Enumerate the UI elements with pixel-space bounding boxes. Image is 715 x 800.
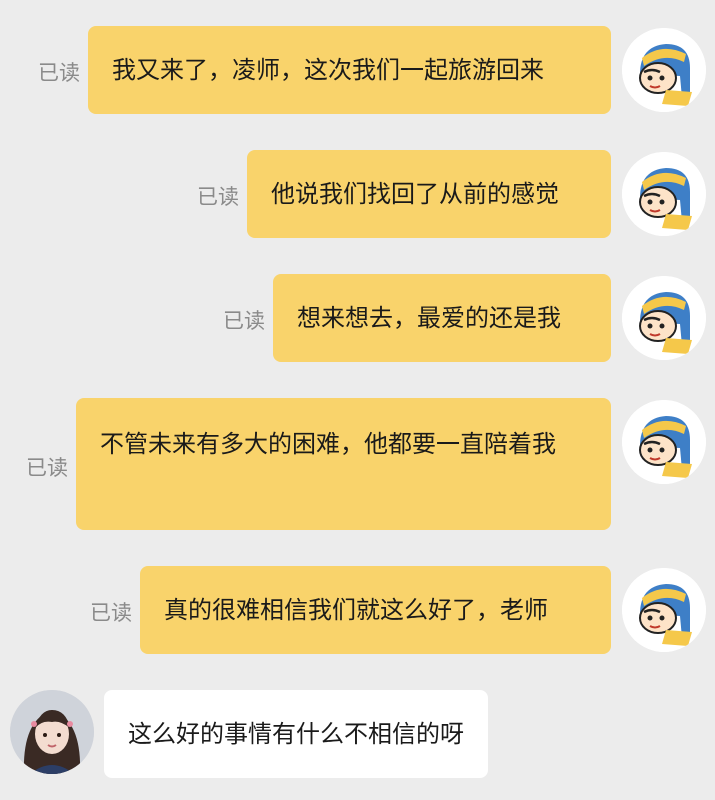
cartoon-boy-icon	[622, 276, 706, 360]
message-row: 已读 他说我们找回了从前的感觉	[0, 150, 715, 238]
outgoing-message-bubble[interactable]: 我又来了，凌师，这次我们一起旅游回来	[88, 26, 611, 114]
self-avatar-icon[interactable]	[622, 276, 706, 360]
message-text: 想来想去，最爱的还是我	[297, 304, 561, 332]
cartoon-boy-icon	[622, 152, 706, 236]
outgoing-message-bubble[interactable]: 真的很难相信我们就这么好了，老师	[140, 566, 611, 654]
read-status: 已读	[38, 61, 80, 85]
message-text: 我又来了，凌师，这次我们一起旅游回来	[112, 56, 544, 84]
message-row: 已读 我又来了，凌师，这次我们一起旅游回来	[0, 26, 715, 114]
read-status: 已读	[26, 456, 68, 480]
girl-photo-icon	[10, 690, 94, 774]
outgoing-message-bubble[interactable]: 他说我们找回了从前的感觉	[247, 150, 611, 238]
message-row: 已读 不管未来有多大的困难，他都要一直陪着我	[0, 398, 715, 530]
message-row: 已读 真的很难相信我们就这么好了，老师	[0, 566, 715, 654]
outgoing-message-bubble[interactable]: 不管未来有多大的困难，他都要一直陪着我	[76, 398, 611, 530]
read-status: 已读	[197, 185, 239, 209]
cartoon-boy-icon	[622, 568, 706, 652]
message-text: 真的很难相信我们就这么好了，老师	[164, 596, 548, 624]
message-row: 已读 想来想去，最爱的还是我	[0, 274, 715, 362]
cartoon-boy-icon	[622, 28, 706, 112]
message-row: 这么好的事情有什么不相信的呀	[0, 690, 715, 778]
outgoing-message-bubble[interactable]: 想来想去，最爱的还是我	[273, 274, 611, 362]
self-avatar-icon[interactable]	[622, 400, 706, 484]
read-status: 已读	[223, 309, 265, 333]
message-text: 这么好的事情有什么不相信的呀	[128, 720, 464, 748]
message-text: 不管未来有多大的困难，他都要一直陪着我	[100, 430, 556, 458]
cartoon-boy-icon	[622, 400, 706, 484]
incoming-message-bubble[interactable]: 这么好的事情有什么不相信的呀	[104, 690, 488, 778]
read-status: 已读	[90, 601, 132, 625]
self-avatar-icon[interactable]	[622, 28, 706, 112]
self-avatar-icon[interactable]	[622, 152, 706, 236]
message-text: 他说我们找回了从前的感觉	[271, 180, 559, 208]
chat-view: 已读 我又来了，凌师，这次我们一起旅游回来 已读 他说我们找回了从前的感觉 已读…	[0, 0, 715, 800]
other-avatar-icon[interactable]	[10, 690, 94, 774]
self-avatar-icon[interactable]	[622, 568, 706, 652]
